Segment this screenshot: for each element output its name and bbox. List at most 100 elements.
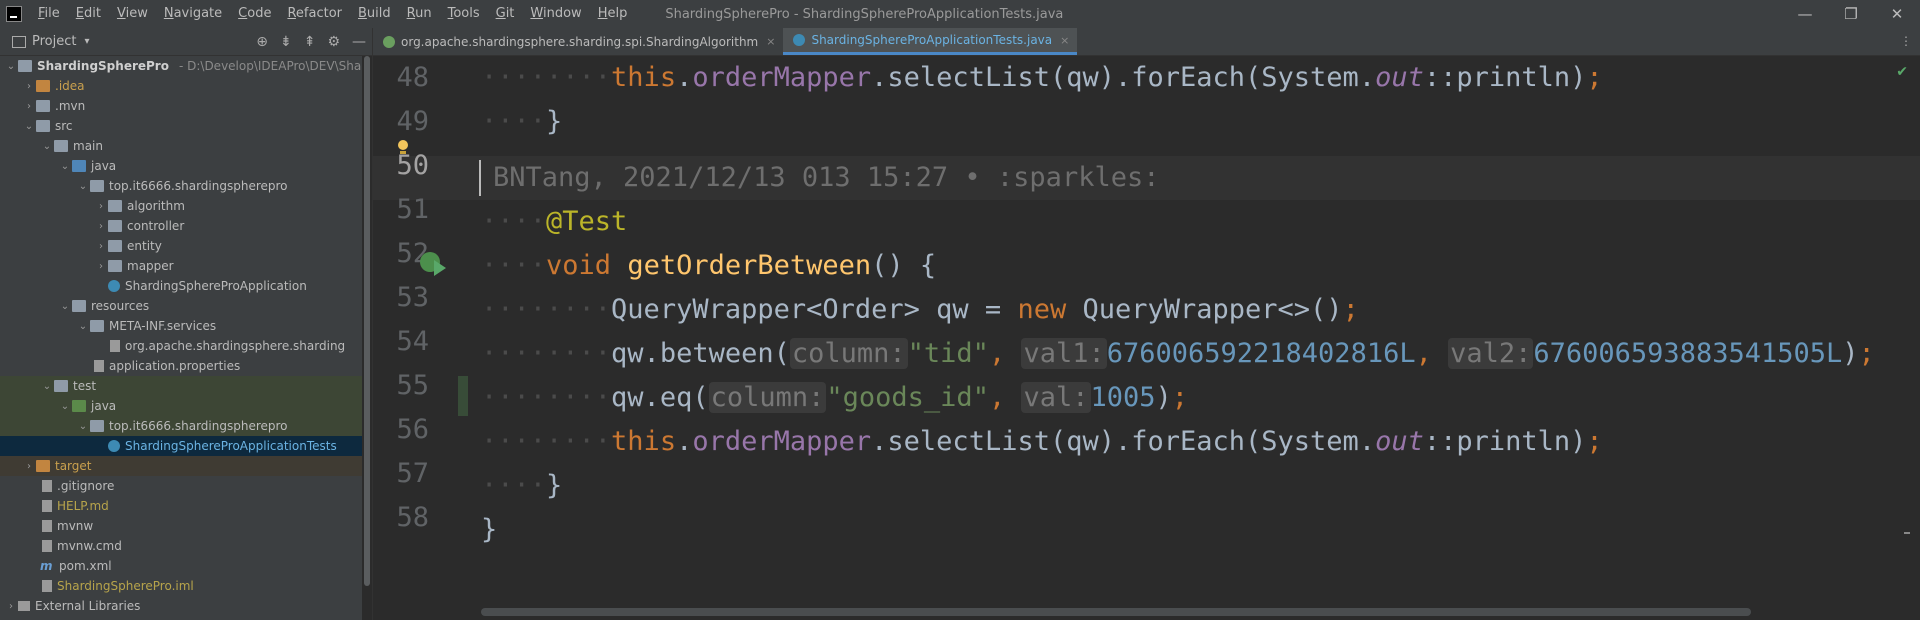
code-editor[interactable]: 48 49 50 51 52 53 54 55 56 57 58 ✔ ·····… — [373, 56, 1920, 620]
tab-sharding-algorithm[interactable]: org.apache.shardingsphere.sharding.spi.S… — [373, 28, 783, 55]
code-line-52: ····void getOrderBetween() { — [481, 250, 937, 281]
tree-item-resources[interactable]: ⌄ resources — [0, 296, 362, 316]
tree-item-spi-file[interactable]: org.apache.shardingsphere.sharding — [0, 336, 362, 356]
menu-code[interactable]: Code — [230, 0, 279, 28]
tree-item-label: ShardingSphereProApplication — [125, 279, 307, 293]
vcs-change-marker[interactable] — [458, 376, 468, 416]
chevron-right-icon[interactable]: › — [94, 201, 108, 212]
tree-item-test-java[interactable]: ⌄ java — [0, 396, 362, 416]
tree-item-application-class[interactable]: ShardingSphereProApplication — [0, 276, 362, 296]
chevron-down-icon[interactable]: ⌄ — [76, 421, 90, 432]
expand-all-icon[interactable]: ⇟ — [280, 34, 292, 50]
tree-item-mvnw[interactable]: mvnw — [0, 516, 362, 536]
line-number: 49 — [396, 106, 429, 137]
close-window-button[interactable]: ✕ — [1874, 0, 1920, 28]
menu-git[interactable]: Git — [488, 0, 523, 28]
chevron-down-icon[interactable]: ⌄ — [76, 181, 90, 192]
chevron-right-icon[interactable]: › — [94, 241, 108, 252]
tree-item-tests-class[interactable]: ShardingSphereProApplicationTests — [0, 436, 362, 456]
tree-item-label: org.apache.shardingsphere.sharding — [125, 339, 346, 353]
scrollbar-marker[interactable] — [1904, 532, 1910, 534]
menu-refactor[interactable]: Refactor — [279, 0, 350, 28]
tree-item-label: .gitignore — [57, 479, 115, 493]
package-icon — [90, 180, 104, 192]
tree-item-iml[interactable]: ShardingSpherePro.iml — [0, 576, 362, 596]
markdown-file-icon — [42, 500, 52, 512]
restore-button[interactable]: ❐ — [1828, 0, 1874, 28]
chevron-right-icon[interactable]: › — [22, 81, 36, 92]
close-icon[interactable]: × — [766, 35, 775, 48]
horizontal-scrollbar[interactable] — [481, 608, 1751, 616]
locate-file-icon[interactable]: ⊕ — [256, 34, 268, 50]
chevron-right-icon[interactable]: › — [22, 461, 36, 472]
tree-item-application-properties[interactable]: application.properties — [0, 356, 362, 376]
tree-item-root[interactable]: ⌄ ShardingSpherePro - D:\Develop\IDEAPro… — [0, 56, 362, 76]
editor-tab-bar: org.apache.shardingsphere.sharding.spi.S… — [373, 28, 1920, 56]
inspection-ok-icon[interactable]: ✔ — [1896, 64, 1908, 80]
close-icon[interactable]: × — [1060, 34, 1069, 47]
git-blame-annotation: BNTang, 2021/12/13 013 15:27 • :sparkles… — [493, 162, 1160, 193]
chevron-down-icon[interactable]: ⌄ — [76, 321, 90, 332]
tree-item-mapper[interactable]: › mapper — [0, 256, 362, 276]
lightbulb-icon[interactable] — [397, 140, 409, 156]
chevron-down-icon[interactable]: ⌄ — [4, 61, 18, 72]
chevron-down-icon[interactable]: ⌄ — [58, 161, 72, 172]
tree-item-main-package[interactable]: ⌄ top.it6666.shardingspherepro — [0, 176, 362, 196]
menu-navigate[interactable]: Navigate — [156, 0, 230, 28]
menu-window[interactable]: Window — [522, 0, 589, 28]
tree-item-mvn[interactable]: › .mvn — [0, 96, 362, 116]
line-number: 56 — [396, 414, 429, 445]
folder-icon — [54, 140, 68, 152]
tab-application-tests[interactable]: ShardingSphereProApplicationTests.java × — [783, 28, 1078, 55]
tree-item-label: java — [91, 159, 117, 173]
tree-item-label: algorithm — [127, 199, 185, 213]
tree-item-algorithm[interactable]: › algorithm — [0, 196, 362, 216]
tree-item-entity[interactable]: › entity — [0, 236, 362, 256]
folder-icon — [54, 380, 68, 392]
tree-item-target[interactable]: › target — [0, 456, 362, 476]
collapse-all-icon[interactable]: ⇞ — [304, 34, 316, 50]
tree-item-meta-inf[interactable]: ⌄ META-INF.services — [0, 316, 362, 336]
tree-item-idea[interactable]: › .idea — [0, 76, 362, 96]
menu-run[interactable]: Run — [399, 0, 440, 28]
tree-item-external-libraries[interactable]: › External Libraries — [0, 596, 362, 616]
chevron-down-icon[interactable]: ⌄ — [40, 381, 54, 392]
tree-item-help-md[interactable]: HELP.md — [0, 496, 362, 516]
minimize-button[interactable]: — — [1782, 0, 1828, 28]
tree-item-gitignore[interactable]: .gitignore — [0, 476, 362, 496]
tree-item-label: application.properties — [109, 359, 241, 373]
tree-item-mvnw-cmd[interactable]: mvnw.cmd — [0, 536, 362, 556]
menu-edit[interactable]: Edit — [68, 0, 109, 28]
chevron-down-icon[interactable]: ▾ — [84, 36, 89, 47]
chevron-down-icon[interactable]: ⌄ — [58, 301, 72, 312]
chevron-down-icon[interactable]: ⌄ — [22, 121, 36, 132]
tree-item-controller[interactable]: › controller — [0, 216, 362, 236]
chevron-right-icon[interactable]: › — [22, 101, 36, 112]
chevron-right-icon[interactable]: › — [4, 601, 18, 612]
sidebar-scrollbar[interactable] — [364, 56, 370, 586]
menu-view[interactable]: View — [109, 0, 156, 28]
tree-item-src[interactable]: ⌄ src — [0, 116, 362, 136]
menu-file[interactable]: File — [30, 0, 68, 28]
tree-item-test-package[interactable]: ⌄ top.it6666.shardingspherepro — [0, 416, 362, 436]
folder-icon — [90, 320, 104, 332]
tree-item-pom[interactable]: m pom.xml — [0, 556, 362, 576]
hide-panel-icon[interactable]: — — [352, 34, 366, 50]
tree-item-main[interactable]: ⌄ main — [0, 136, 362, 156]
run-test-icon[interactable] — [420, 252, 446, 278]
tree-item-main-java[interactable]: ⌄ java — [0, 156, 362, 176]
chevron-right-icon[interactable]: › — [94, 221, 108, 232]
menu-build[interactable]: Build — [350, 0, 399, 28]
chevron-down-icon[interactable]: ⌄ — [40, 141, 54, 152]
chevron-down-icon[interactable]: ⌄ — [58, 401, 72, 412]
project-panel-title[interactable]: Project — [32, 34, 76, 49]
menu-tools[interactable]: Tools — [440, 0, 488, 28]
chevron-right-icon[interactable]: › — [94, 261, 108, 272]
tree-item-test[interactable]: ⌄ test — [0, 376, 362, 396]
project-path: - D:\Develop\IDEAPro\DEV\Sha — [178, 59, 362, 73]
tree-item-label: main — [73, 139, 103, 153]
more-tabs-icon[interactable]: ⋮ — [1900, 34, 1912, 48]
line-number: 57 — [396, 458, 429, 489]
menu-help[interactable]: Help — [590, 0, 636, 28]
gear-icon[interactable]: ⚙ — [327, 34, 340, 50]
